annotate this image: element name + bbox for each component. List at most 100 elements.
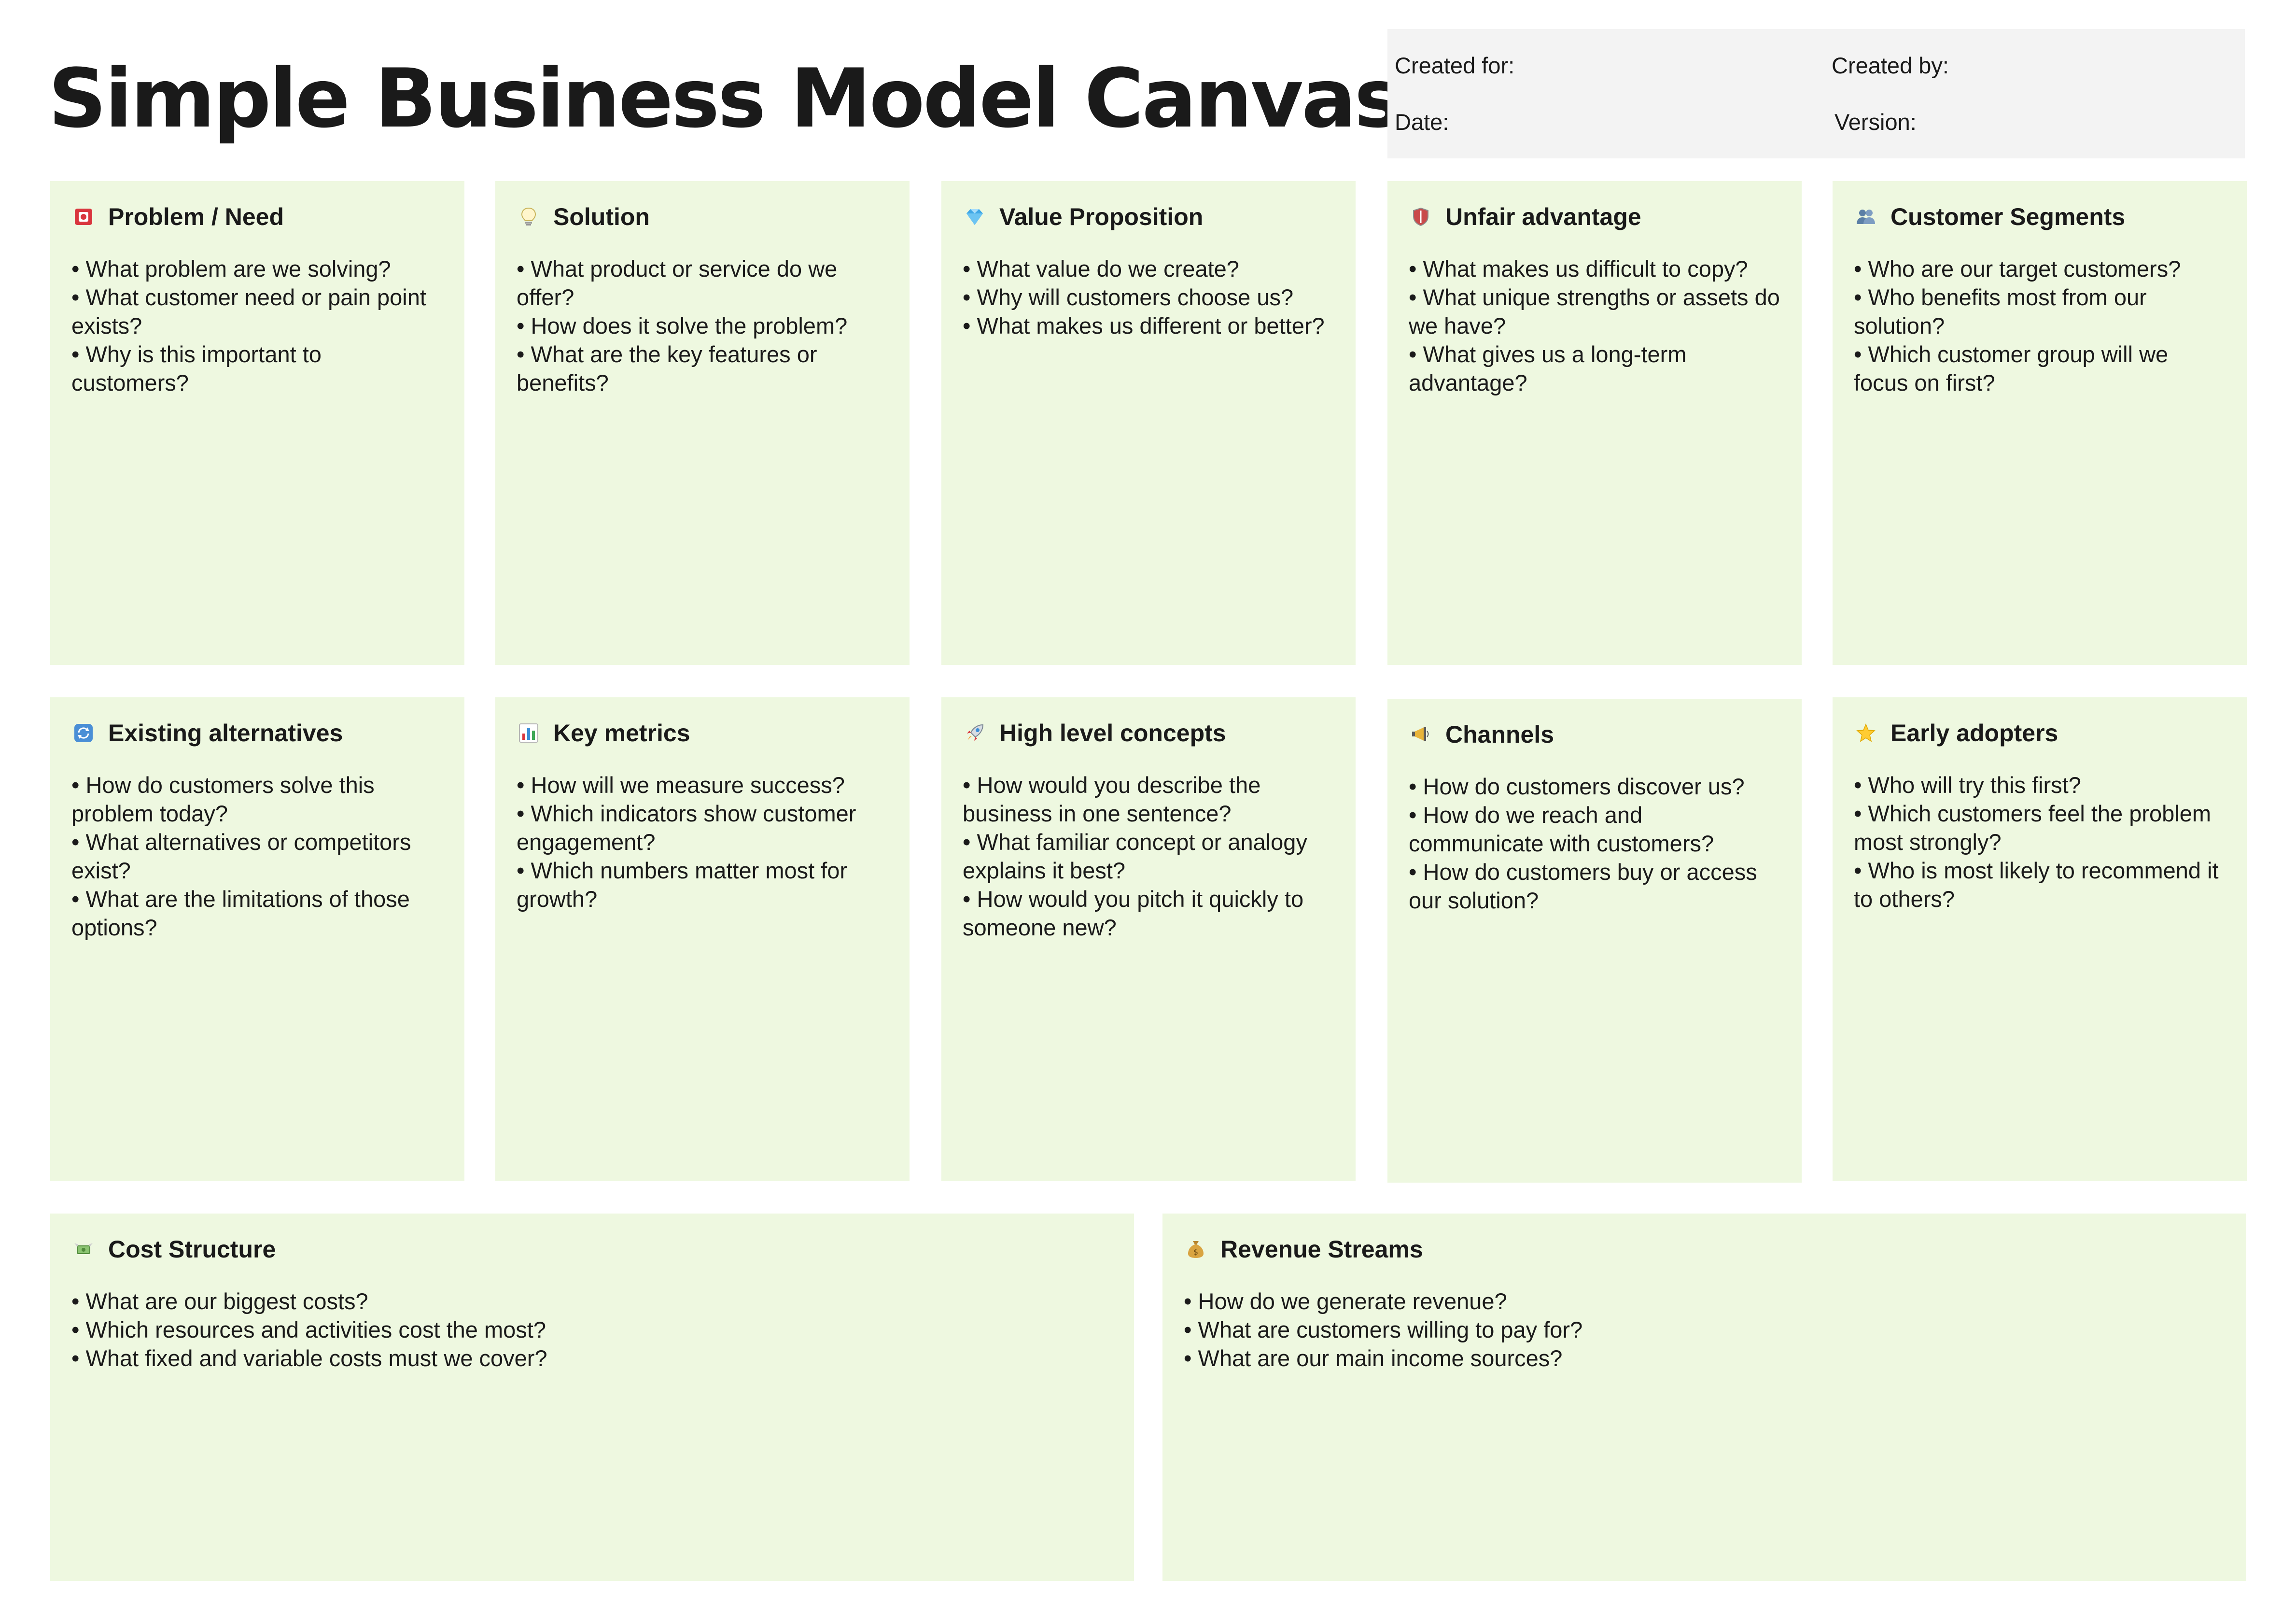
card-question: • Who are our target customers?: [1854, 256, 2181, 282]
card-question: • How do customers buy or access our sol…: [1409, 859, 1757, 913]
card-title: Channels: [1445, 721, 1554, 748]
megaphone-icon: [1409, 722, 1433, 747]
card-question: • What are our main income sources?: [1184, 1345, 1563, 1371]
card-key-metrics[interactable]: Key metrics • How will we measure succes…: [495, 697, 910, 1181]
card-question: • What are our biggest costs?: [71, 1288, 368, 1314]
card-title: High level concepts: [999, 720, 1226, 747]
card-title: Solution: [553, 203, 650, 230]
card-header: Channels: [1409, 718, 1781, 751]
card-body: • What makes us difficult to copy? • Wha…: [1409, 254, 1781, 397]
money-bag-icon: $: [1184, 1237, 1208, 1261]
siren-icon: [71, 205, 96, 229]
lightbulb-icon: [517, 205, 541, 229]
card-header: Cost Structure: [71, 1233, 1114, 1266]
card-header: Existing alternatives: [71, 717, 444, 749]
card-channels[interactable]: Channels • How do customers discover us?…: [1387, 699, 1802, 1183]
card-question: • What unique strengths or assets do we …: [1409, 284, 1780, 339]
version-label[interactable]: Version:: [1834, 109, 1917, 135]
card-question: • Who is most likely to recommend it to …: [1854, 858, 2219, 912]
card-question: • Which numbers matter most for growth?: [517, 858, 848, 912]
card-question: • What are the key features or benefits?: [517, 341, 817, 395]
card-title: Existing alternatives: [108, 720, 343, 747]
card-title: Revenue Streams: [1220, 1236, 1423, 1263]
card-solution[interactable]: Solution • What product or service do we…: [495, 181, 910, 665]
card-question: • What makes us different or better?: [963, 313, 1325, 339]
card-header: Customer Segments: [1854, 200, 2226, 233]
created-by-label[interactable]: Created by:: [1832, 52, 1949, 79]
card-question: • How will we measure success?: [517, 772, 845, 798]
card-title: Value Proposition: [999, 203, 1204, 230]
card-body: • How do we generate revenue? • What are…: [1184, 1287, 2226, 1372]
card-body: • How will we measure success? • Which i…: [517, 771, 889, 913]
card-question: • Who will try this first?: [1854, 772, 2081, 798]
card-question: • What problem are we solving?: [71, 256, 391, 282]
card-question: • How do customers discover us?: [1409, 774, 1745, 799]
shield-icon: [1409, 205, 1433, 229]
cycle-arrows-icon: [71, 721, 96, 745]
card-header: Solution: [517, 200, 889, 233]
card-problem-need[interactable]: Problem / Need • What problem are we sol…: [50, 181, 464, 665]
card-question: • What are the limitations of those opti…: [71, 886, 410, 940]
card-early-adopters[interactable]: Early adopters • Who will try this first…: [1833, 697, 2247, 1181]
card-body: • How do customers discover us? • How do…: [1409, 772, 1781, 915]
card-question: • How do we reach and communicate with c…: [1409, 802, 1714, 856]
card-question: • What product or service do we offer?: [517, 256, 838, 310]
card-body: • How would you describe the business in…: [963, 771, 1335, 942]
card-body: • What are our biggest costs? • Which re…: [71, 1287, 1114, 1372]
star-icon: [1854, 721, 1878, 745]
card-question: • What customer need or pain point exist…: [71, 284, 426, 339]
meta-panel: Created for: Created by: Date: Version:: [1387, 29, 2245, 158]
card-header: Key metrics: [517, 717, 889, 749]
card-high-level-concepts[interactable]: High level concepts • How would you desc…: [941, 697, 1356, 1181]
card-header: $ Revenue Streams: [1184, 1233, 2226, 1266]
created-for-label[interactable]: Created for:: [1395, 52, 1514, 79]
card-unfair-advantage[interactable]: Unfair advantage • What makes us difficu…: [1387, 181, 1802, 665]
money-wings-icon: [71, 1237, 96, 1261]
card-body: • How do customers solve this problem to…: [71, 771, 444, 942]
card-question: • Who benefits most from our solution?: [1854, 284, 2147, 339]
page-title: Simple Business Model Canvas: [48, 51, 1402, 146]
card-question: • How would you describe the business in…: [963, 772, 1261, 826]
card-question: • Which customers feel the problem most …: [1854, 801, 2212, 855]
card-header: Early adopters: [1854, 717, 2226, 749]
card-title: Problem / Need: [108, 203, 284, 230]
card-question: • How do we generate revenue?: [1184, 1288, 1507, 1314]
card-header: High level concepts: [963, 717, 1335, 749]
card-question: • What fixed and variable costs must we …: [71, 1345, 547, 1371]
card-question: • How would you pitch it quickly to some…: [963, 886, 1304, 940]
card-body: • What value do we create? • Why will cu…: [963, 254, 1335, 340]
card-body: • What problem are we solving? • What cu…: [71, 254, 444, 397]
card-customer-segments[interactable]: Customer Segments • Who are our target c…: [1833, 181, 2247, 665]
card-question: • Why is this important to customers?: [71, 341, 322, 395]
card-question: • What value do we create?: [963, 256, 1239, 282]
card-header: Problem / Need: [71, 200, 444, 233]
card-title: Unfair advantage: [1445, 203, 1641, 230]
card-question: • What familiar concept or analogy expla…: [963, 829, 1307, 883]
card-title: Cost Structure: [108, 1236, 276, 1263]
card-value-proposition[interactable]: Value Proposition • What value do we cre…: [941, 181, 1356, 665]
card-question: • What alternatives or competitors exist…: [71, 829, 411, 883]
card-question: • What makes us difficult to copy?: [1409, 256, 1748, 282]
card-cost-structure[interactable]: Cost Structure • What are our biggest co…: [50, 1214, 1134, 1581]
gem-icon: [963, 205, 987, 229]
date-label[interactable]: Date:: [1395, 109, 1449, 135]
card-title: Customer Segments: [1890, 203, 2126, 230]
card-question: • Which resources and activities cost th…: [71, 1317, 546, 1342]
card-question: • How do customers solve this problem to…: [71, 772, 375, 826]
card-body: • What product or service do we offer? •…: [517, 254, 889, 397]
card-header: Value Proposition: [963, 200, 1335, 233]
card-revenue-streams[interactable]: $ Revenue Streams • How do we generate r…: [1162, 1214, 2246, 1581]
card-question: • Why will customers choose us?: [963, 284, 1294, 310]
people-icon: [1854, 205, 1878, 229]
card-question: • What gives us a long-term advantage?: [1409, 341, 1687, 395]
card-body: • Who are our target customers? • Who be…: [1854, 254, 2226, 397]
card-body: • Who will try this first? • Which custo…: [1854, 771, 2226, 913]
card-question: • Which customer group will we focus on …: [1854, 341, 2169, 395]
card-question: • Which indicators show customer engagem…: [517, 801, 856, 855]
bar-chart-icon: [517, 721, 541, 745]
card-question: • What are customers willing to pay for?: [1184, 1317, 1583, 1342]
card-title: Key metrics: [553, 720, 690, 747]
svg-text:$: $: [1193, 1247, 1198, 1257]
card-question: • How does it solve the problem?: [517, 313, 848, 339]
card-existing-alternatives[interactable]: Existing alternatives • How do customers…: [50, 697, 464, 1181]
